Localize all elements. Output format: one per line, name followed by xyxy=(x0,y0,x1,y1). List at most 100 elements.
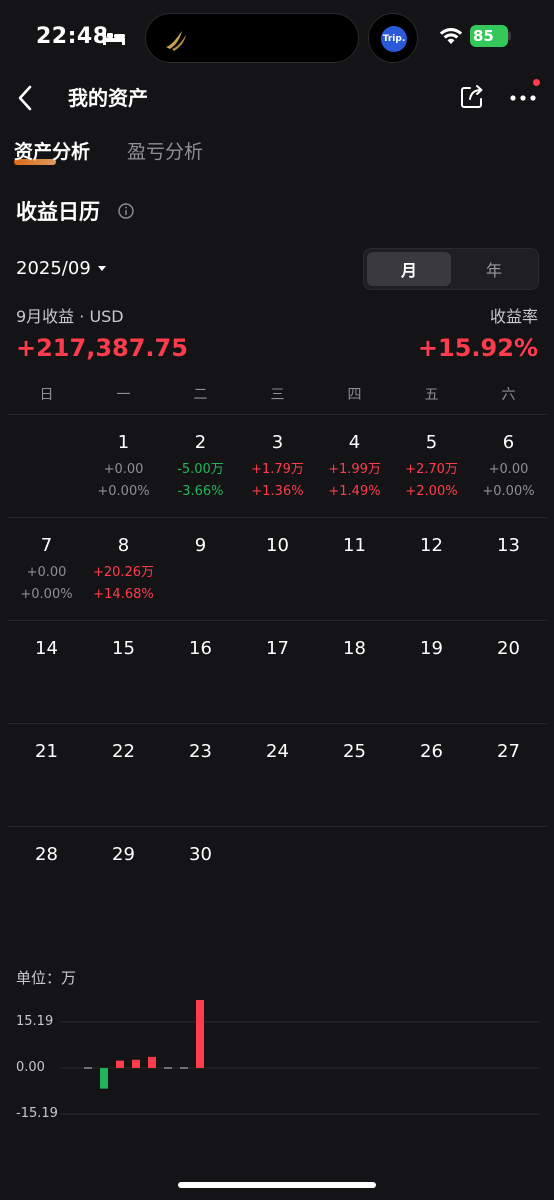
calendar-day-number: 20 xyxy=(497,638,520,659)
calendar-day-cell[interactable]: 20 xyxy=(470,621,547,724)
calendar-day-cell[interactable]: 3 +1.79万 +1.36% xyxy=(239,415,316,518)
calendar-day-cell[interactable]: 13 xyxy=(470,518,547,621)
calendar-day-number: 6 xyxy=(502,432,515,453)
y-tick-max: 15.19 xyxy=(16,1014,54,1029)
share-icon[interactable] xyxy=(459,84,485,110)
more-icon[interactable] xyxy=(510,94,536,102)
calendar-day-cell[interactable]: 14 xyxy=(8,621,85,724)
chart-bar[interactable] xyxy=(100,1068,108,1089)
chart-bar[interactable] xyxy=(116,1060,124,1068)
calendar-day-cell[interactable]: 19 xyxy=(393,621,470,724)
chart-bar[interactable] xyxy=(148,1056,156,1068)
calendar-day-number: 21 xyxy=(35,741,58,762)
info-icon[interactable] xyxy=(118,203,134,219)
calendar-day-number: 27 xyxy=(497,741,520,762)
calendar-day-cell[interactable]: 26 xyxy=(393,724,470,827)
calendar-day-amount: +1.79万 xyxy=(251,462,304,477)
calendar-week-row: 21 22 23 24 25 26 27 xyxy=(8,723,547,826)
chart-unit-label: 单位：万 xyxy=(16,969,77,987)
caret-down-icon xyxy=(97,266,106,271)
page-title: 我的资产 xyxy=(68,86,148,110)
calendar-day-number: 18 xyxy=(343,638,366,659)
rate-label: 收益率 xyxy=(489,307,538,326)
calendar-day-number: 11 xyxy=(343,535,366,556)
calendar-day-number: 30 xyxy=(189,844,212,865)
calendar-day-number: 2 xyxy=(194,432,207,453)
calendar-day-number: 9 xyxy=(194,535,207,556)
calendar-day-amount: +0.00 xyxy=(488,462,529,477)
wifi-icon xyxy=(439,28,463,44)
toggle-year-button[interactable]: 年 xyxy=(452,252,536,286)
toggle-month-button[interactable]: 月 xyxy=(367,252,451,286)
month-value: 2025/09 xyxy=(16,258,91,279)
calendar-day-number: 28 xyxy=(35,844,58,865)
calendar-day-cell[interactable]: 4 +1.99万 +1.49% xyxy=(316,415,393,518)
calendar-week-row: 14 15 16 17 18 19 20 xyxy=(8,620,547,723)
calendar-day-cell[interactable]: 2 -5.00万 -3.66% xyxy=(162,415,239,518)
calendar-day-number: 1 xyxy=(117,432,130,453)
calendar-day-cell[interactable]: 9 xyxy=(162,518,239,621)
calendar-day-cell[interactable]: 28 xyxy=(8,827,85,930)
calendar-day-cell[interactable]: 15 xyxy=(85,621,162,724)
chart-bar[interactable] xyxy=(180,1067,188,1069)
chart-bar[interactable] xyxy=(84,1067,92,1069)
weekday-fri: 五 xyxy=(424,387,439,403)
calendar-day-percent: +0.00% xyxy=(97,484,150,499)
trip-logo-icon: Trip. xyxy=(381,26,407,52)
y-tick-min: -15.19 xyxy=(16,1106,58,1121)
calendar-day-cell[interactable]: 30 xyxy=(162,827,239,930)
trip-live-activity[interactable]: Trip. xyxy=(368,13,418,63)
calendar-day-cell[interactable]: 29 xyxy=(85,827,162,930)
battery-indicator: 85 xyxy=(470,25,508,47)
calendar-day-percent: +2.00% xyxy=(405,484,458,499)
calendar-day-number: 13 xyxy=(497,535,520,556)
calendar-day-cell[interactable]: 18 xyxy=(316,621,393,724)
calendar-day-number: 26 xyxy=(420,741,443,762)
notification-dot xyxy=(533,79,540,86)
calendar-day-cell[interactable]: 7 +0.00 +0.00% xyxy=(8,518,85,621)
calendar-day-number: 15 xyxy=(112,638,135,659)
calendar-day-cell[interactable]: 27 xyxy=(470,724,547,827)
calendar-day-cell[interactable]: 5 +2.70万 +2.00% xyxy=(393,415,470,518)
calendar-day-percent: -3.66% xyxy=(177,484,224,499)
back-icon[interactable] xyxy=(14,84,38,112)
status-bar: 22:48 Trip. 85 xyxy=(0,0,554,76)
month-picker[interactable]: 2025/09 xyxy=(16,256,107,282)
tab-profit-analysis[interactable]: 盈亏分析 xyxy=(127,138,203,166)
weekday-mon: 一 xyxy=(116,387,131,403)
tab-asset-analysis[interactable]: 资产分析 xyxy=(14,138,90,166)
dynamic-island[interactable] xyxy=(145,13,359,63)
home-indicator[interactable] xyxy=(178,1182,376,1188)
calendar-day-cell[interactable]: 23 xyxy=(162,724,239,827)
calendar-day-cell[interactable]: 11 xyxy=(316,518,393,621)
calendar-day-number: 8 xyxy=(117,535,130,556)
calendar-day-cell[interactable]: 8 +20.26万 +14.68% xyxy=(85,518,162,621)
chart-bar[interactable] xyxy=(164,1067,172,1069)
calendar-day-cell[interactable]: 16 xyxy=(162,621,239,724)
calendar-day-cell[interactable]: 21 xyxy=(8,724,85,827)
calendar-day-cell[interactable]: 6 +0.00 +0.00% xyxy=(470,415,547,518)
calendar-week-row: 28 29 30 xyxy=(8,826,547,929)
calendar-day-cell[interactable]: 10 xyxy=(239,518,316,621)
calendar-day-number: 5 xyxy=(425,432,438,453)
period-toggle: 月 年 xyxy=(363,248,539,290)
section-title: 收益日历 xyxy=(16,200,100,224)
calendar-day-number: 17 xyxy=(266,638,289,659)
calendar-day-number: 4 xyxy=(348,432,361,453)
calendar-day-cell[interactable]: 12 xyxy=(393,518,470,621)
weekday-thu: 四 xyxy=(347,387,362,403)
calendar-day-number: 24 xyxy=(266,741,289,762)
calendar-day-cell[interactable]: 1 +0.00 +0.00% xyxy=(85,415,162,518)
calendar-day-number: 22 xyxy=(112,741,135,762)
chart-bar[interactable] xyxy=(132,1059,140,1068)
calendar-day-amount: +20.26万 xyxy=(92,565,155,580)
calendar-day-number: 7 xyxy=(40,535,53,556)
chart-bar[interactable] xyxy=(196,1000,204,1068)
calendar-day-cell[interactable]: 17 xyxy=(239,621,316,724)
airline-logo-icon xyxy=(166,31,186,51)
calendar-day-amount: +0.00 xyxy=(103,462,144,477)
calendar-day-cell[interactable]: 25 xyxy=(316,724,393,827)
weekday-header: 日 一 二 三 四 五 六 xyxy=(8,382,547,408)
calendar-day-cell[interactable]: 22 xyxy=(85,724,162,827)
calendar-day-cell[interactable]: 24 xyxy=(239,724,316,827)
